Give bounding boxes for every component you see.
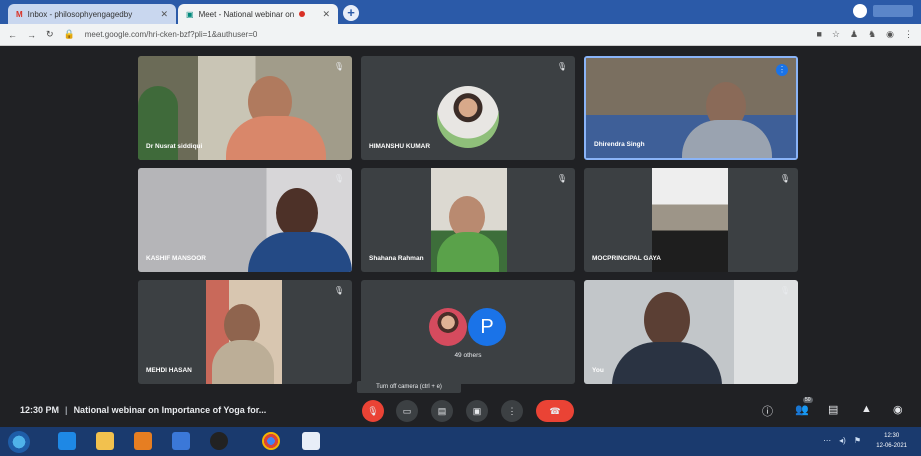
window-controls: [853, 4, 913, 18]
tab-gmail[interactable]: M Inbox - philosophyengagedby ✕: [8, 4, 176, 24]
participant-count-badge: 50: [803, 397, 813, 403]
separator: |: [65, 405, 68, 415]
mic-off-icon: 🎙: [556, 62, 567, 71]
participant-name: MOCPRINCIPAL GAYA: [592, 255, 661, 262]
meeting-title: National webinar on Importance of Yoga f…: [73, 405, 267, 415]
extension-icon[interactable]: ♞: [868, 29, 876, 40]
participant-name: KASHIF MANSOOR: [146, 255, 206, 262]
menu-icon[interactable]: ⋮: [904, 29, 913, 40]
more-options-button[interactable]: ⋮: [501, 400, 523, 422]
tab-label: Inbox - philosophyengagedby: [27, 9, 133, 19]
present-button[interactable]: ▣: [466, 400, 488, 422]
participant-name: HIMANSHU KUMAR: [369, 143, 431, 150]
participant-tile[interactable]: 🎙 MEHDI HASAN: [138, 280, 352, 384]
participant-name: You: [592, 367, 604, 374]
participant-name: Dr Nusrat siddiqui: [146, 143, 203, 150]
meeting-time: 12:30 PM: [20, 405, 60, 415]
speaking-indicator-icon: ⋮: [776, 64, 788, 76]
participant-tile[interactable]: 🎙 Shahana Rahman: [361, 168, 575, 272]
gmail-icon: M: [16, 9, 23, 19]
captions-button[interactable]: ▤: [431, 400, 453, 422]
browser-tab-strip: M Inbox - philosophyengagedby ✕ ▣ Meet -…: [0, 0, 921, 24]
volume-icon[interactable]: ◂): [839, 436, 846, 445]
activities-icon[interactable]: ▲: [861, 403, 872, 415]
participant-tile[interactable]: ⋮ Dhirendra Singh: [584, 56, 798, 160]
tab-label: Meet - National webinar on: [198, 9, 295, 19]
participant-name: Shahana Rahman: [369, 255, 424, 262]
mic-off-icon: 🎙: [779, 286, 790, 295]
avatar-letter: P: [468, 308, 506, 346]
taskbar: ⋯ ◂) ⚑ 12:30 12-06-2021: [0, 427, 921, 456]
extension-icon[interactable]: ♟: [850, 29, 858, 40]
camera-tooltip: Turn off camera (ctrl + e): [357, 381, 461, 393]
self-tile[interactable]: 🎙 You: [584, 280, 798, 384]
network-icon[interactable]: ⋯: [823, 436, 831, 445]
lock-icon: 🔒: [63, 29, 75, 39]
camera-button[interactable]: ▭: [396, 400, 418, 422]
captions-icon: ▤: [437, 406, 447, 416]
avatar: [429, 308, 467, 346]
leave-call-button[interactable]: ☎: [536, 400, 574, 422]
window-buttons[interactable]: [873, 5, 913, 17]
others-tile[interactable]: P 49 others: [361, 280, 575, 384]
info-icon[interactable]: ⓘ: [762, 403, 773, 419]
app-icon[interactable]: [302, 432, 320, 450]
shield-icon[interactable]: ◉: [893, 403, 903, 416]
close-icon[interactable]: ✕: [322, 9, 330, 20]
hangup-icon: ☎: [549, 406, 561, 416]
chat-icon[interactable]: ▤: [828, 403, 838, 416]
ie-icon[interactable]: [58, 432, 76, 450]
app-icon[interactable]: [172, 432, 190, 450]
avatar[interactable]: ◉: [886, 29, 894, 40]
url-field[interactable]: meet.google.com/hri-cken-bzf?pli=1&authu…: [85, 30, 258, 39]
mic-off-icon: 🎙: [333, 174, 344, 183]
mic-off-icon: 🎙: [333, 286, 344, 295]
others-count: 49 others: [454, 352, 482, 359]
mic-off-icon: 🎙: [333, 62, 344, 71]
meeting-details[interactable]: 12:30 PM | National webinar on Importance …: [20, 405, 266, 415]
mic-off-icon: 🎙: [367, 406, 379, 416]
system-clock[interactable]: 12:30 12-06-2021: [876, 431, 907, 451]
folder-icon[interactable]: [96, 432, 114, 450]
participant-tile[interactable]: 🎙 KASHIF MANSOOR: [138, 168, 352, 272]
recording-indicator: [299, 11, 306, 17]
people-icon[interactable]: 👥 50: [795, 397, 813, 416]
avatar: [437, 86, 499, 148]
system-tray: ⋯ ◂) ⚑: [823, 436, 861, 445]
meet-icon: ▣: [186, 9, 194, 19]
participant-tile[interactable]: 🎙 HIMANSHU KUMAR: [361, 56, 575, 160]
more-icon: ⋮: [507, 406, 517, 416]
meeting-stage: 🎙 Dr Nusrat siddiqui 🎙 HIMANSHU KUMAR ⋮ …: [0, 46, 921, 388]
app-icon[interactable]: [210, 432, 228, 450]
clock-time: 12:30: [884, 433, 900, 439]
participant-name: MEHDI HASAN: [146, 367, 192, 374]
clock-date: 12-06-2021: [876, 443, 907, 449]
forward-icon[interactable]: →: [27, 30, 36, 40]
star-icon[interactable]: ☆: [832, 29, 840, 40]
mic-off-icon: 🎙: [779, 174, 790, 183]
profile-icon[interactable]: [853, 4, 867, 18]
meeting-controls-bar: 12:30 PM | National webinar on Importance …: [0, 395, 921, 427]
mic-off-icon: 🎙: [556, 174, 567, 183]
camera-permission-icon[interactable]: ■: [816, 29, 821, 40]
tab-meet[interactable]: ▣ Meet - National webinar on ✕: [178, 4, 338, 24]
camera-icon: ▭: [402, 406, 412, 416]
media-player-icon[interactable]: [134, 432, 152, 450]
mic-button[interactable]: 🎙: [362, 400, 384, 422]
chrome-icon[interactable]: [262, 432, 280, 450]
reload-icon[interactable]: ↻: [46, 29, 54, 40]
present-icon: ▣: [472, 406, 482, 416]
participant-name: Dhirendra Singh: [594, 141, 645, 148]
new-tab-button[interactable]: +: [343, 5, 359, 21]
flag-icon[interactable]: ⚑: [854, 436, 861, 445]
address-bar: ← → ↻ 🔒 meet.google.com/hri-cken-bzf?pli…: [0, 24, 921, 46]
participant-tile[interactable]: 🎙 MOCPRINCIPAL GAYA: [584, 168, 798, 272]
back-icon[interactable]: ←: [8, 30, 17, 40]
close-icon[interactable]: ✕: [160, 9, 168, 20]
participant-tile[interactable]: 🎙 Dr Nusrat siddiqui: [138, 56, 352, 160]
address-bar-icons: ■ ☆ ♟ ♞ ◉ ⋮: [816, 29, 913, 40]
start-button[interactable]: [8, 431, 30, 453]
